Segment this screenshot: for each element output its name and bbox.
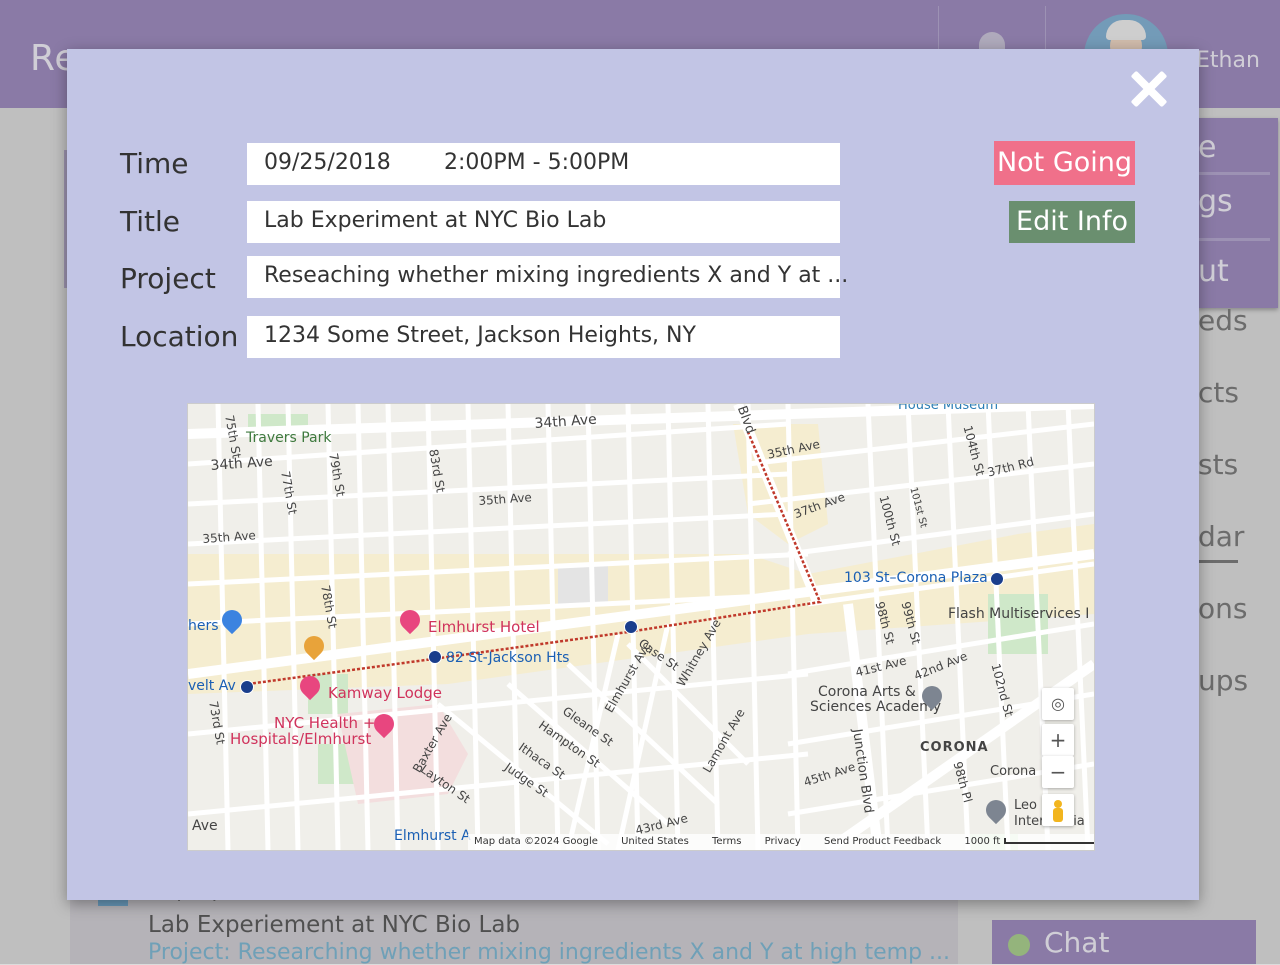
map-poi[interactable]: Elmhurst A (394, 828, 471, 844)
location-field[interactable]: 1234 Some Street, Jackson Heights, NY (247, 316, 840, 358)
map-poi[interactable]: Kamway Lodge (328, 684, 442, 702)
project-label: Project (120, 262, 216, 295)
zoom-in-button[interactable]: + (1042, 724, 1074, 756)
map-poi[interactable]: Corona Arts & (818, 684, 916, 700)
map-scale-bar (1004, 838, 1094, 844)
event-detail-modal: Time 09/25/2018 2:00PM - 5:00PM Title La… (67, 49, 1199, 900)
close-icon[interactable] (1127, 67, 1171, 111)
map-label: Corona (990, 764, 1037, 779)
time-field[interactable]: 09/25/2018 2:00PM - 5:00PM (247, 143, 840, 185)
map-poi[interactable]: 103 St–Corona Plaza (844, 570, 988, 586)
date-value: 09/25/2018 (264, 150, 391, 175)
not-going-button[interactable]: Not Going (994, 141, 1135, 185)
title-field[interactable]: Lab Experiment at NYC Bio Lab (247, 201, 840, 243)
subway-icon[interactable] (428, 650, 442, 664)
map-label[interactable]: Travers Park (246, 430, 331, 446)
street-view-pegman-icon[interactable] (1042, 794, 1074, 826)
map-attribution: Map data ©2024 Google United States Term… (468, 834, 1094, 850)
map-feedback-link[interactable]: Send Product Feedback (824, 836, 941, 847)
title-label: Title (120, 205, 181, 238)
map-poi[interactable]: velt Av (188, 678, 236, 694)
map-poi[interactable]: Sciences Academy (810, 699, 941, 715)
location-label: Location (120, 320, 239, 353)
edit-info-button[interactable]: Edit Info (1009, 201, 1135, 243)
subway-icon[interactable] (990, 572, 1004, 586)
map-poi[interactable]: 82 St-Jackson Hts (446, 650, 569, 666)
project-value: Reseaching whether mixing ingredients X … (264, 263, 849, 288)
time-range-value: 2:00PM - 5:00PM (444, 150, 630, 175)
locate-me-icon[interactable]: ◎ (1042, 688, 1074, 720)
subway-icon[interactable] (240, 680, 254, 694)
map-poi[interactable]: Flash Multiservices I (948, 606, 1089, 622)
location-map[interactable]: House Museum Travers Park Elmhurst Hotel… (187, 403, 1095, 851)
map-data-text: Map data ©2024 Google (474, 836, 598, 847)
map-privacy-link[interactable]: Privacy (765, 836, 801, 847)
zoom-out-button[interactable]: − (1042, 756, 1074, 788)
project-field[interactable]: Reseaching whether mixing ingredients X … (247, 256, 848, 298)
location-value: 1234 Some Street, Jackson Heights, NY (264, 323, 696, 348)
street-label: Ave (192, 818, 218, 834)
map-label[interactable]: House Museum (898, 404, 998, 413)
subway-icon[interactable] (624, 620, 638, 634)
map-poi[interactable]: Leo (1014, 798, 1037, 813)
map-scale-label[interactable]: 1000 ft (964, 836, 1000, 847)
map-terms-link[interactable]: Terms (712, 836, 741, 847)
time-label: Time (120, 147, 189, 180)
map-country-link[interactable]: United States (621, 836, 689, 847)
map-poi[interactable]: Elmhurst Hotel (428, 618, 540, 636)
map-poi[interactable]: Hospitals/Elmhurst (230, 730, 371, 748)
title-value: Lab Experiment at NYC Bio Lab (264, 208, 607, 233)
map-label: CORONA (920, 740, 989, 755)
map-poi[interactable]: hers (188, 618, 219, 634)
